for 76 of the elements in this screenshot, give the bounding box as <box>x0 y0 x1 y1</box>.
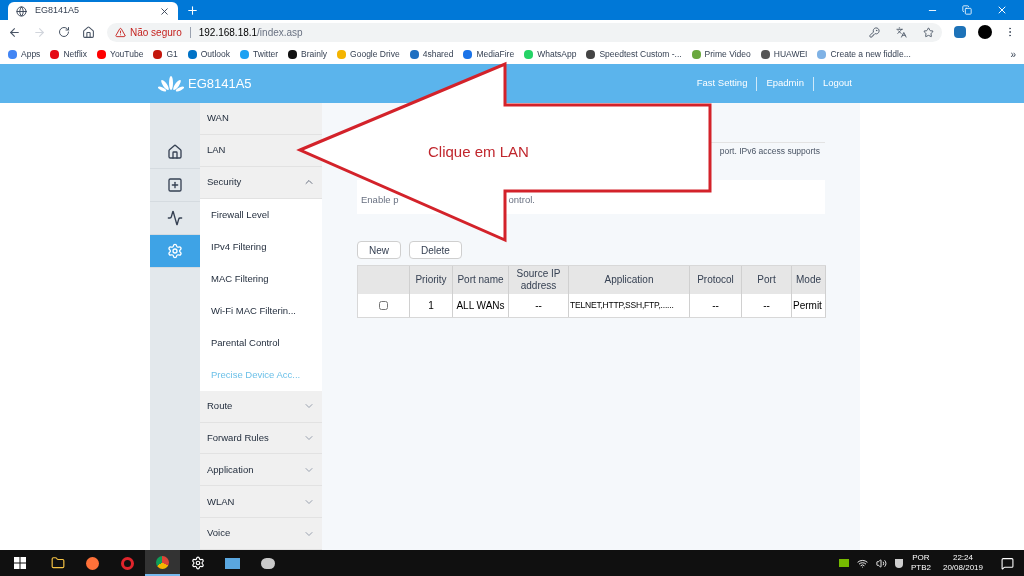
submenu-item[interactable]: IPv4 Filtering <box>200 230 322 263</box>
star-icon[interactable] <box>923 26 934 38</box>
browser-icon <box>86 556 99 570</box>
pulse-icon <box>167 210 183 226</box>
bookmark-link[interactable]: YouTube <box>97 47 144 61</box>
description-text: port. IPv6 access supports <box>719 144 820 158</box>
reload-icon[interactable] <box>58 26 70 38</box>
warning-icon <box>115 26 126 38</box>
gear-icon <box>167 243 183 259</box>
table-cell: Permit <box>792 294 826 317</box>
bookmark-link[interactable]: Netflix <box>50 47 87 61</box>
bookmark-link[interactable]: HUAWEI <box>760 47 808 61</box>
bookmark-link[interactable]: Google Drive <box>337 47 400 61</box>
address-field[interactable]: Não seguro 192.168.18.1/index.asp <box>107 22 942 42</box>
submenu-item[interactable]: Parental Control <box>200 326 322 359</box>
menu-item[interactable]: LAN <box>207 143 226 158</box>
home-icon[interactable] <box>82 25 95 39</box>
clock[interactable]: 22:24 20/08/2019 <box>942 553 983 573</box>
table-cell: -- <box>690 294 742 317</box>
action-button[interactable]: Delete <box>409 241 462 259</box>
security-warning: Não seguro <box>130 25 182 40</box>
submenu-item[interactable]: Firewall Level <box>200 198 322 231</box>
brand-name: EG8141A5 <box>188 74 252 93</box>
action-button[interactable]: New <box>357 241 401 259</box>
network-icon[interactable] <box>856 557 868 569</box>
home-icon <box>167 144 183 160</box>
monitor-icon <box>225 557 240 569</box>
volume-icon[interactable] <box>875 557 887 569</box>
bookmark-link[interactable]: Speedtest Custom -... <box>586 47 682 61</box>
table-cell: TELNET,HTTP,SSH,FTP,...... <box>569 294 690 317</box>
notifications-icon[interactable] <box>1001 556 1014 570</box>
browser-tab[interactable]: EG8141A5 <box>8 2 178 20</box>
windows-icon <box>14 557 26 569</box>
gear-icon <box>190 556 205 570</box>
bookmark-link[interactable]: Prime Video <box>691 47 751 61</box>
folder-icon <box>50 556 65 570</box>
shield-icon[interactable] <box>894 558 903 568</box>
bookmark-link[interactable]: Apps <box>8 47 41 61</box>
enable-label: ontrol. <box>508 193 535 207</box>
enable-label: Enable p <box>361 193 399 207</box>
restore-icon[interactable] <box>962 5 972 15</box>
back-icon[interactable] <box>8 25 21 39</box>
submenu-item[interactable]: Wi-Fi MAC Filterin... <box>200 294 322 327</box>
translate-icon[interactable] <box>896 26 907 38</box>
annotation-text: Clique em LAN <box>428 142 529 162</box>
profile-avatar[interactable] <box>978 25 992 39</box>
browser-icon <box>156 555 169 569</box>
taskbar-app[interactable] <box>145 550 180 576</box>
table-cell: -- <box>509 294 569 317</box>
menu-item[interactable]: WAN <box>207 111 229 126</box>
key-icon[interactable] <box>869 26 880 38</box>
bookmark-link[interactable]: G1 <box>153 47 178 61</box>
bookmark-link[interactable]: Twitter <box>240 47 279 61</box>
bookmark-link[interactable]: Outlook <box>187 47 231 61</box>
new-tab-icon[interactable] <box>186 4 199 17</box>
bookmark-link[interactable]: Brainly <box>288 47 328 61</box>
extension-icon[interactable] <box>954 26 966 38</box>
row-checkbox[interactable] <box>379 301 388 310</box>
bookmark-link[interactable]: Create a new fiddle... <box>817 47 911 61</box>
first-aid-icon <box>167 177 183 193</box>
url-text: 192.168.18.1/index.asp <box>198 25 303 40</box>
bookmark-link[interactable]: WhatsApp <box>524 47 577 61</box>
bookmark-link[interactable]: 4shared <box>409 47 454 61</box>
tab-title: EG8141A5 <box>35 4 81 18</box>
table-cell: 1 <box>410 294 453 317</box>
close-icon[interactable] <box>996 4 1008 16</box>
table-cell: ALL WANs <box>453 294 509 317</box>
bookmark-link[interactable]: MediaFire <box>463 47 515 61</box>
overflow-chevron[interactable]: » <box>1010 46 1016 62</box>
close-icon[interactable] <box>159 5 170 17</box>
ring-icon <box>121 556 134 570</box>
globe-icon <box>16 5 27 17</box>
language-indicator[interactable]: POR PTB2 <box>910 553 931 573</box>
table-cell: -- <box>742 294 792 317</box>
logo-icon <box>158 74 184 93</box>
submenu-item[interactable]: MAC Filtering <box>200 262 322 295</box>
